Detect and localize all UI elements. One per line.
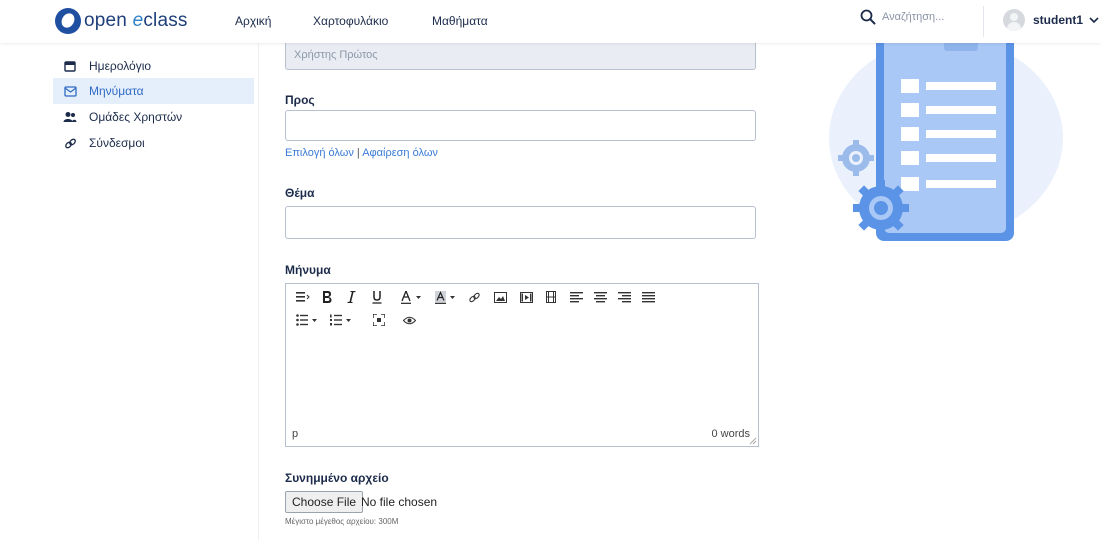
search-icon[interactable]: [860, 9, 876, 25]
underline-icon: [372, 290, 382, 304]
fullscreen-button[interactable]: [371, 312, 387, 328]
logo-text: open eclass: [84, 10, 188, 31]
file-status: No file chosen: [361, 495, 438, 509]
header-divider: [983, 6, 984, 37]
eye-icon: [402, 316, 416, 324]
users-icon: [63, 110, 77, 124]
top-navbar: open eclass Αρχική Χαρτοφυλάκιο Μαθήματα…: [0, 0, 1101, 43]
underline-button[interactable]: [370, 289, 384, 305]
recipient-input[interactable]: [285, 110, 756, 141]
link-icon: [468, 292, 480, 302]
nav-home[interactable]: Αρχική: [235, 14, 271, 28]
subject-label: Θέμα: [285, 186, 315, 200]
numbered-list-icon: [330, 314, 351, 326]
username: student1: [1033, 13, 1084, 27]
subject-input[interactable]: [285, 206, 756, 239]
align-justify-button[interactable]: [640, 289, 656, 305]
align-left-icon: [569, 291, 583, 302]
sidebar-item-links[interactable]: Σύνδεσμοι: [53, 130, 254, 156]
sender-value: Χρήστης Πρώτος: [294, 49, 378, 61]
insert-image-button[interactable]: [492, 289, 508, 305]
search-box[interactable]: Αναζήτηση...: [860, 9, 944, 25]
text-color-icon: [401, 290, 421, 304]
sidebar-item-messages[interactable]: Μηνύματα: [53, 78, 254, 104]
toolbar-format-button[interactable]: [294, 289, 312, 305]
image-icon: [493, 291, 507, 303]
link-icon: [63, 136, 77, 150]
insert-media-button[interactable]: [518, 289, 534, 305]
chevron-down-icon: [1089, 17, 1099, 24]
choose-file-button[interactable]: Choose File: [285, 491, 364, 513]
search-input[interactable]: Αναζήτηση...: [882, 11, 944, 23]
sidebar-item-label: Ημερολόγιο: [89, 59, 152, 73]
message-label: Μήνυμα: [285, 263, 331, 277]
logo-mark-icon: [55, 8, 81, 34]
link-separator: |: [356, 147, 360, 159]
sidebar-item-label: Μηνύματα: [89, 84, 144, 98]
film-icon: [546, 291, 556, 303]
clipboard-illustration: [829, 43, 1063, 241]
preview-button[interactable]: [401, 312, 417, 328]
paragraph-format-icon: [296, 292, 310, 302]
user-menu[interactable]: student1: [1003, 9, 1100, 31]
align-right-icon: [617, 291, 631, 302]
background-color-icon: [435, 290, 455, 304]
align-justify-icon: [641, 291, 655, 302]
media-icon: [519, 291, 533, 303]
to-label: Προς: [285, 93, 315, 107]
editor-path: p: [292, 428, 299, 440]
recipient-select-links: Επιλογή όλων | Αφαίρεση όλων: [285, 147, 438, 159]
insert-video-button[interactable]: [544, 289, 558, 305]
resize-handle-icon[interactable]: [749, 437, 757, 445]
calendar-icon: [63, 59, 77, 73]
nav-portfolio[interactable]: Χαρτοφυλάκιο: [313, 14, 388, 28]
align-center-icon: [593, 291, 607, 302]
align-left-button[interactable]: [568, 289, 584, 305]
sidebar-item-calendar[interactable]: Ημερολόγιο: [53, 53, 254, 79]
text-color-button[interactable]: [399, 289, 427, 305]
fullscreen-icon: [373, 314, 385, 326]
sidebar-item-label: Σύνδεσμοι: [89, 136, 145, 150]
bold-icon: [323, 291, 332, 303]
bullet-list-button[interactable]: [294, 312, 322, 328]
message-editor[interactable]: p 0 words: [285, 283, 759, 447]
italic-icon: [347, 291, 355, 303]
max-size-hint: Μέγιστο μέγεθος αρχείου: 300M: [285, 517, 399, 526]
envelope-icon: [63, 84, 77, 98]
align-center-button[interactable]: [592, 289, 608, 305]
italic-button[interactable]: [344, 289, 358, 305]
background-color-button[interactable]: [433, 289, 461, 305]
sidebar-item-label: Ομάδες Χρηστών: [89, 110, 183, 124]
select-all-link[interactable]: Επιλογή όλων: [285, 147, 354, 159]
avatar: [1003, 9, 1025, 31]
insert-link-button[interactable]: [466, 289, 482, 305]
attachment-label: Συνημμένο αρχείο: [285, 471, 389, 485]
bullet-list-icon: [296, 314, 317, 326]
sidebar-item-user-groups[interactable]: Ομάδες Χρηστών: [53, 104, 254, 130]
editor-wordcount: 0 words: [711, 428, 750, 440]
content-divider: [258, 43, 259, 541]
deselect-all-link[interactable]: Αφαίρεση όλων: [362, 147, 438, 159]
bold-button[interactable]: [320, 289, 334, 305]
align-right-button[interactable]: [616, 289, 632, 305]
nav-courses[interactable]: Μαθήματα: [432, 14, 488, 28]
numbered-list-button[interactable]: [328, 312, 356, 328]
openeclass-logo[interactable]: open eclass: [55, 7, 188, 35]
